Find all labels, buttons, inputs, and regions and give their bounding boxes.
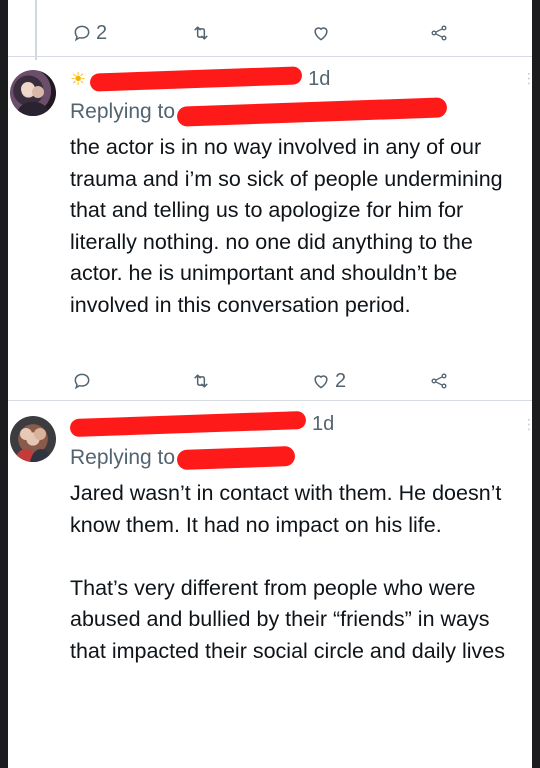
redacted-mention[interactable]: [176, 97, 448, 127]
more-options-icon[interactable]: ⋮: [522, 416, 532, 433]
reply-icon: [74, 373, 90, 390]
reply-button[interactable]: 2: [72, 18, 107, 48]
screenshot-sheet: 2 ☀ 1d ⋮ Replying to the actor is in no …: [8, 0, 532, 768]
tweet-text: Jared wasn’t in contact with them. He do…: [70, 481, 505, 663]
previous-tweet-actions: 2: [8, 18, 532, 48]
replying-label: Replying to: [70, 446, 176, 469]
redacted-username: [69, 410, 307, 438]
replying-to: Replying to: [70, 97, 448, 127]
like-count: 2: [335, 369, 347, 392]
replying-label: Replying to: [70, 100, 176, 123]
tweet-time: 1d: [312, 412, 335, 435]
divider: [8, 56, 532, 57]
replying-to: Replying to: [70, 445, 296, 471]
avatar-photo-icon: [14, 428, 52, 462]
tweet-header: ☀ 1d: [70, 66, 330, 92]
more-options-icon[interactable]: ⋮: [522, 70, 532, 87]
retweet-button[interactable]: [191, 366, 211, 396]
share-button[interactable]: [429, 18, 449, 48]
like-button[interactable]: 2: [311, 366, 346, 396]
reply-count: 2: [96, 21, 108, 44]
share-icon: [431, 373, 447, 389]
redacted-username: [89, 66, 303, 92]
like-button[interactable]: [311, 18, 331, 48]
avatar[interactable]: [10, 70, 56, 116]
heart-icon: [314, 27, 328, 41]
tweet-time: 1d: [308, 67, 331, 90]
heart-icon: [314, 375, 328, 389]
tweet-text: the actor is in no way involved in any o…: [70, 135, 503, 317]
redacted-mention[interactable]: [176, 445, 296, 471]
divider: [8, 400, 532, 401]
sun-emoji-icon: ☀: [70, 68, 87, 89]
tweet-header: 1d: [69, 410, 335, 438]
reply-icon: [74, 25, 90, 42]
avatar[interactable]: [10, 416, 56, 462]
share-button[interactable]: [429, 366, 449, 396]
tweet-actions: 2: [8, 366, 532, 396]
retweet-button[interactable]: [191, 18, 211, 48]
reply-button[interactable]: [72, 366, 92, 396]
avatar-photo-icon: [16, 82, 50, 116]
share-icon: [431, 25, 447, 41]
retweet-icon: [194, 26, 208, 40]
retweet-icon: [194, 374, 208, 388]
